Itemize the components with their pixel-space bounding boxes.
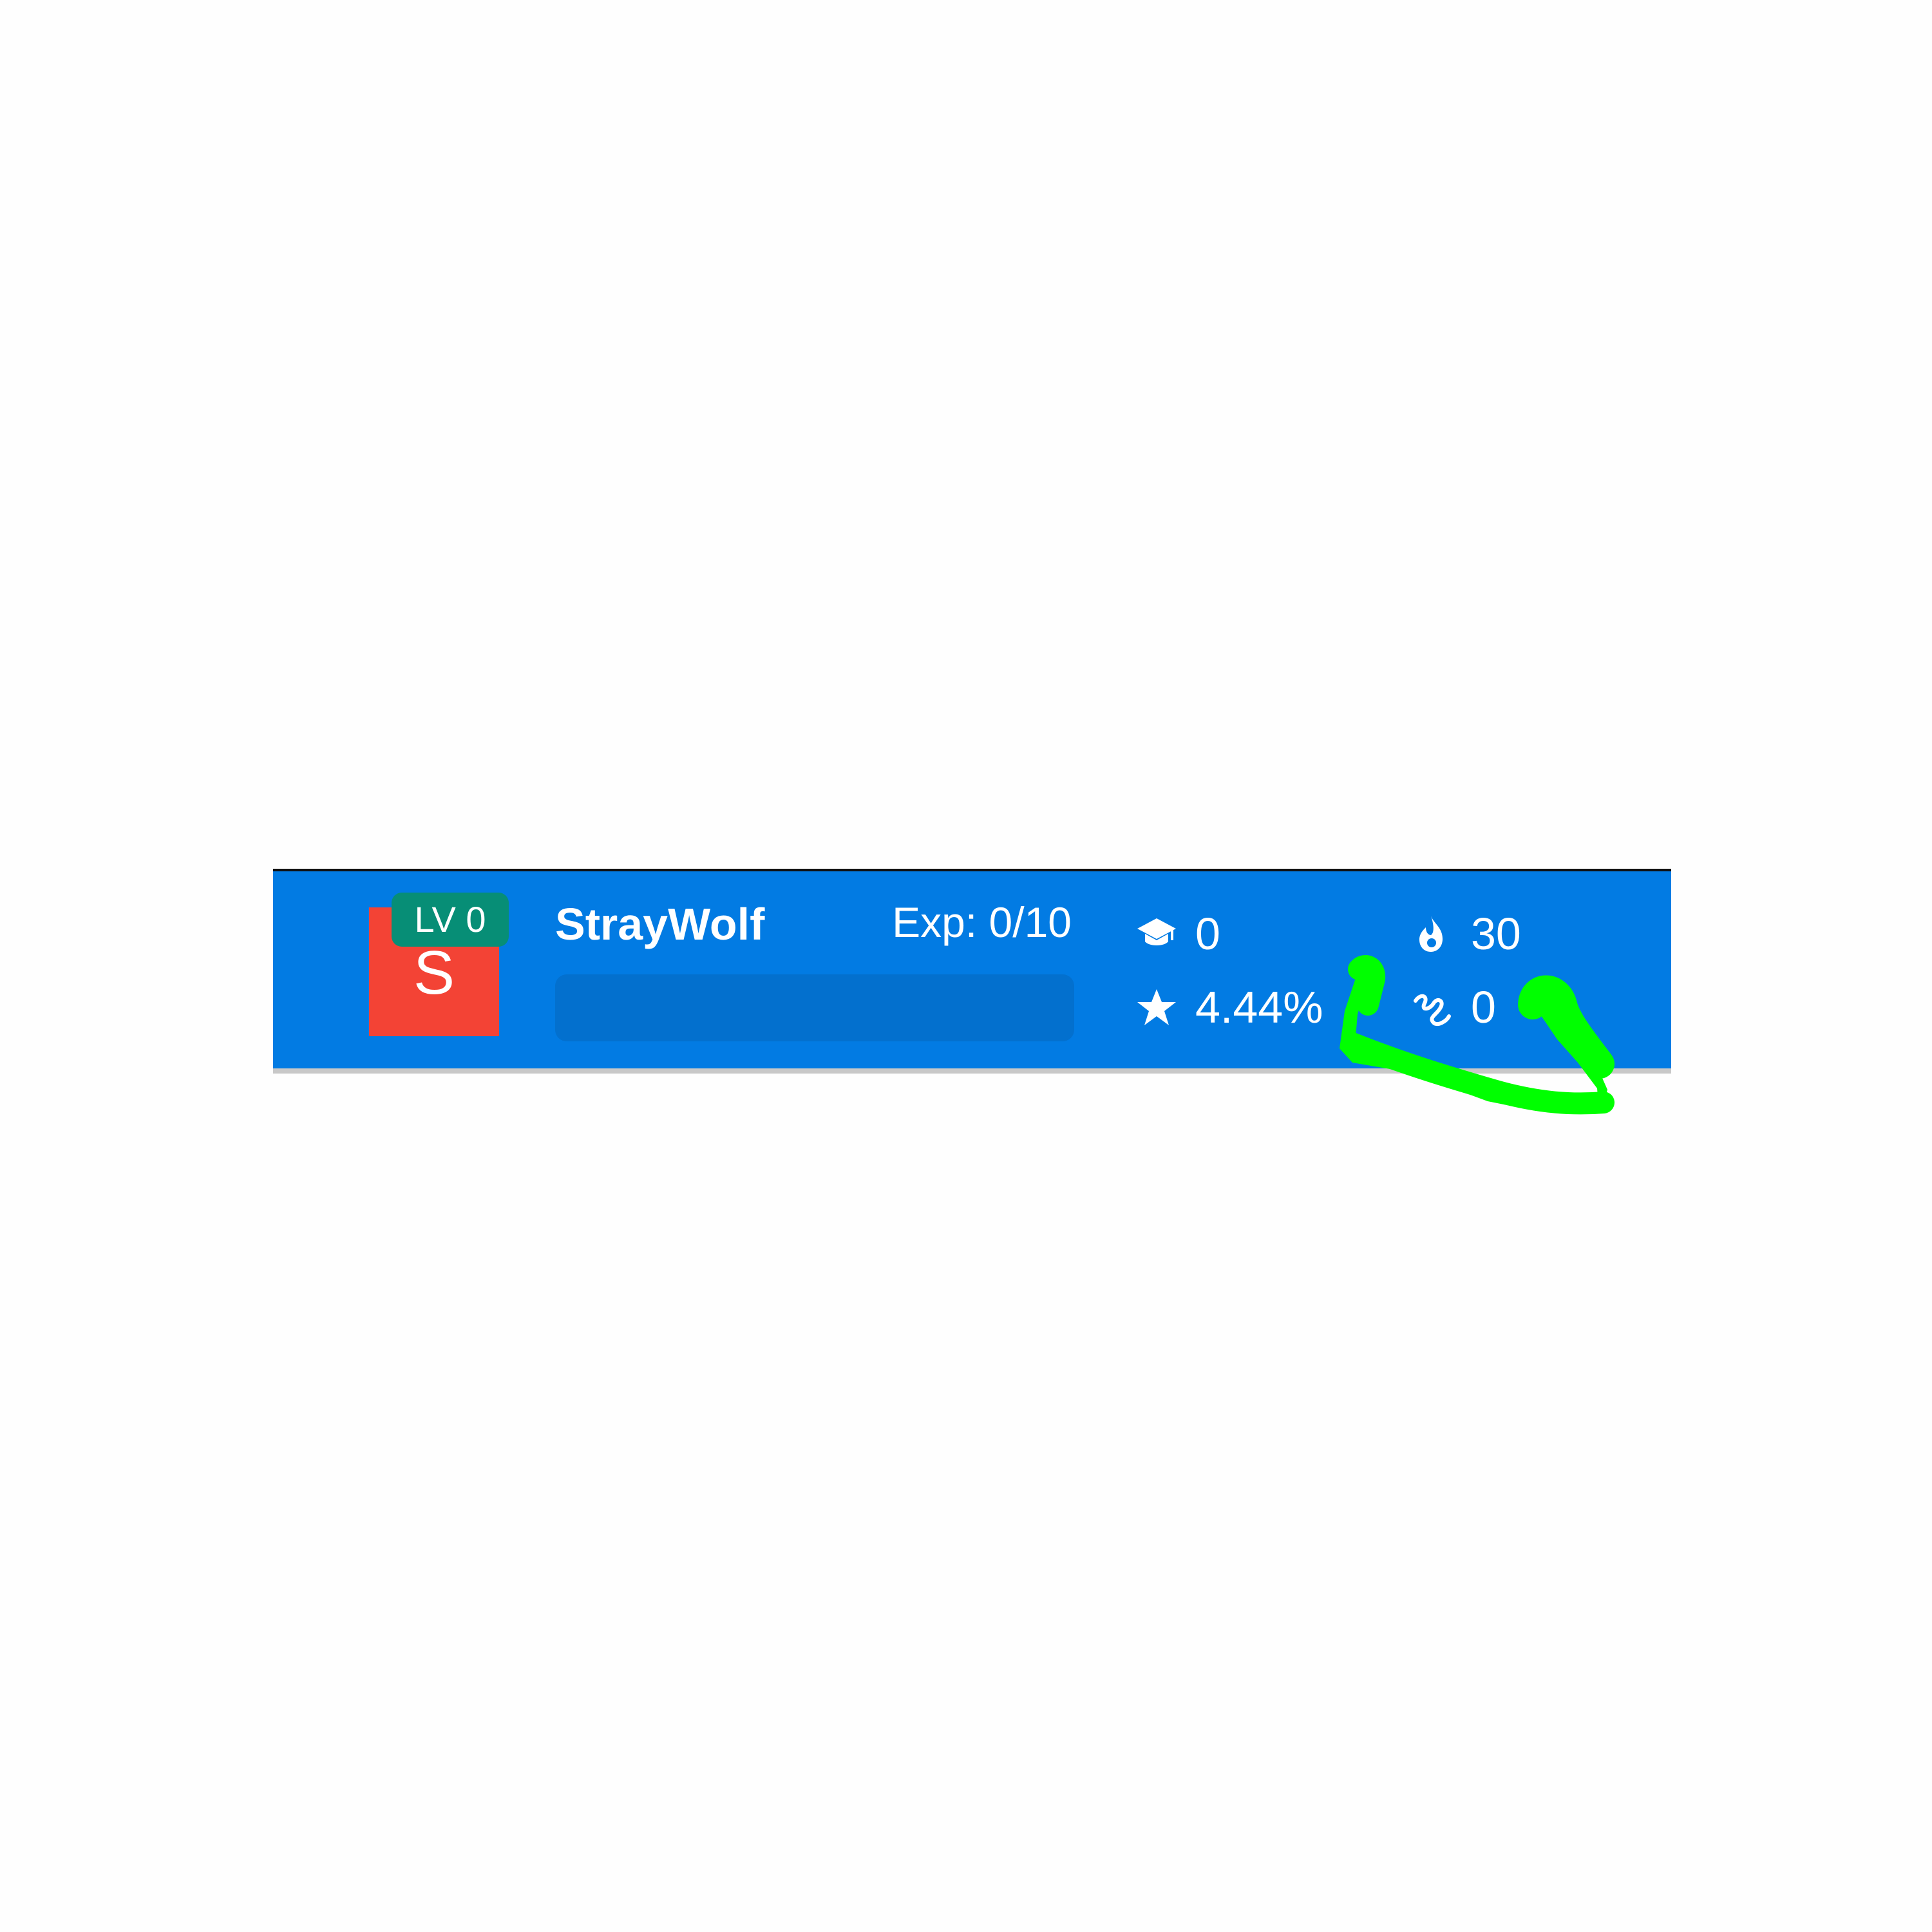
profile-bar: S LV 0 StrayWolf Exp: 0/10 0 4.44% 30 0 xyxy=(273,869,1671,1068)
squiggle-icon xyxy=(1414,994,1451,1027)
screenshot-canvas: S LV 0 StrayWolf Exp: 0/10 0 4.44% 30 0 xyxy=(0,0,1932,1932)
star-icon xyxy=(1137,989,1176,1025)
signature-value: 0 xyxy=(1471,982,1496,1032)
avatar-letter: S xyxy=(413,938,455,1007)
graduation-cap-icon xyxy=(1137,918,1176,945)
stat-streak[interactable]: 30 xyxy=(1412,911,1521,956)
exp-label: Exp: 0/10 xyxy=(892,898,1072,946)
exp-progress-bar xyxy=(555,974,1074,1041)
stat-courses[interactable]: 0 xyxy=(1136,911,1220,956)
stat-accuracy[interactable]: 4.44% xyxy=(1136,985,1323,1030)
fire-icon xyxy=(1419,916,1443,952)
accuracy-value: 4.44% xyxy=(1195,982,1323,1032)
level-badge: LV 0 xyxy=(392,893,509,947)
stat-signature[interactable]: 0 xyxy=(1412,985,1496,1030)
streak-value: 30 xyxy=(1471,909,1521,959)
courses-value: 0 xyxy=(1195,909,1220,959)
username[interactable]: StrayWolf xyxy=(555,897,764,951)
